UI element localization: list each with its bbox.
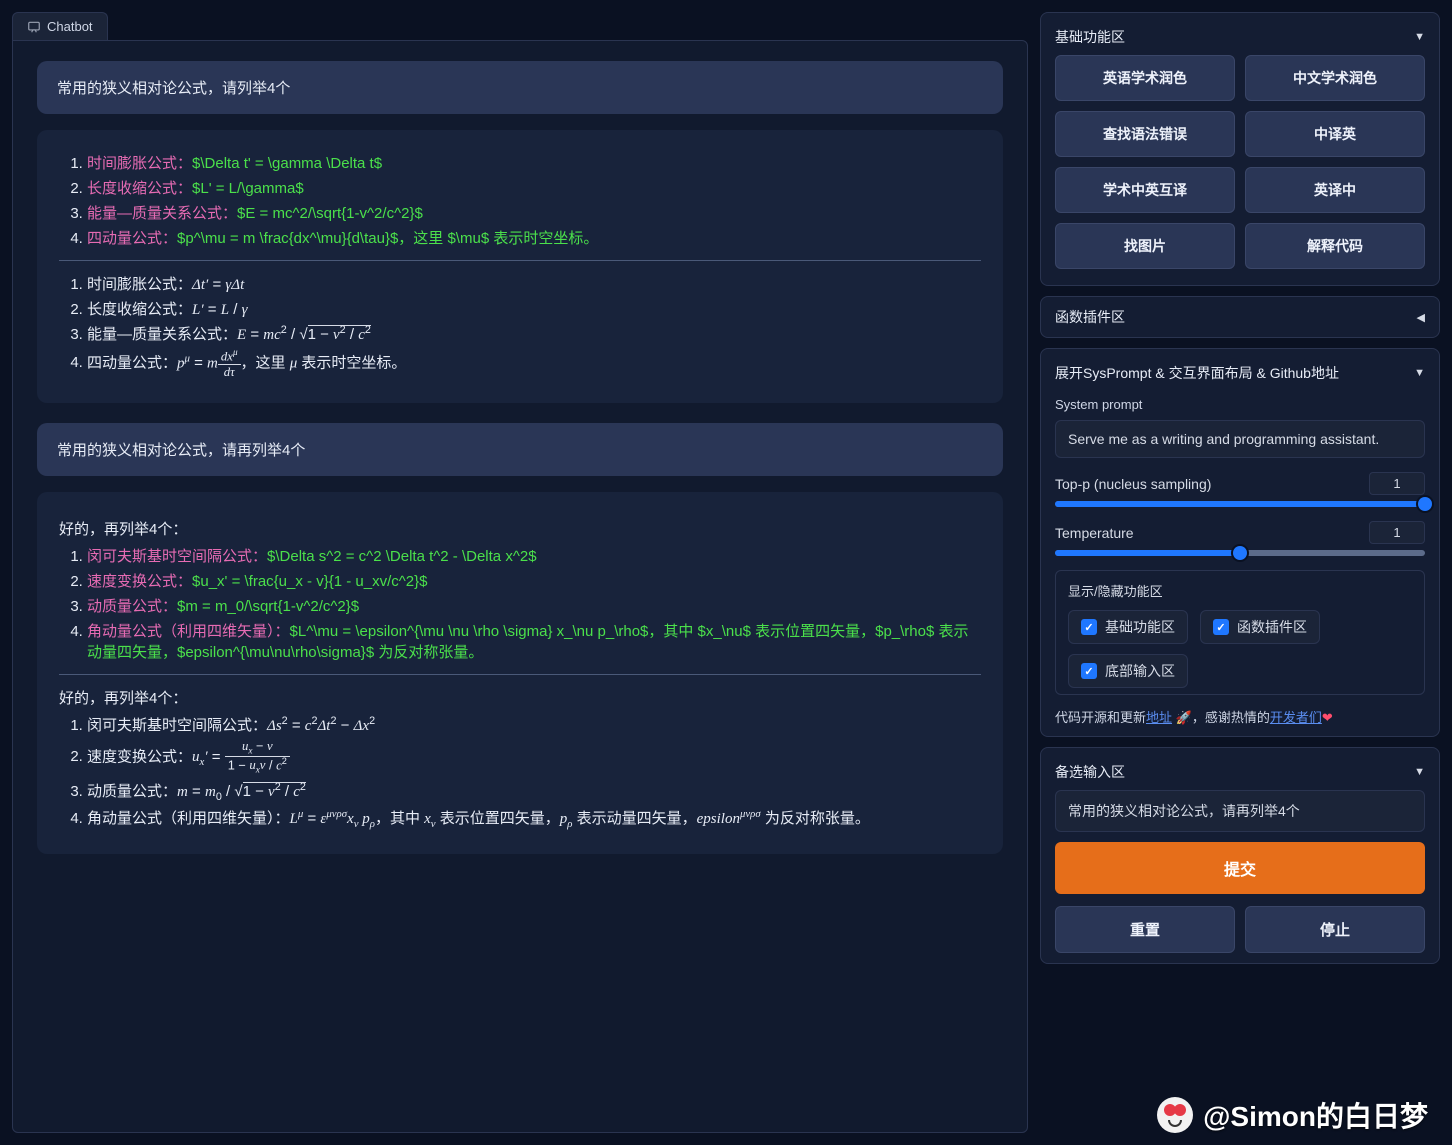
list-item: 角动量公式（利用四维矢量）：Lμ = εμνρσxν pρ，其中 xν 表示位置… — [87, 807, 981, 830]
bot-message: 时间膨胀公式：$\Delta t' = \gamma \Delta t$ 长度收… — [37, 130, 1003, 403]
list-item: 长度收缩公式：L′ = L / γ — [87, 298, 981, 319]
tab-chatbot[interactable]: Chatbot — [12, 12, 108, 40]
system-prompt-label: System prompt — [1055, 397, 1425, 412]
temperature-slider[interactable] — [1055, 550, 1425, 556]
bot-intro: 好的，再列举4个： — [59, 687, 981, 708]
fn-btn-en-to-zh[interactable]: 英译中 — [1245, 167, 1425, 213]
chat-icon — [27, 20, 41, 34]
visibility-label: 显示/隐藏功能区 — [1068, 581, 1412, 600]
list-item: 能量—质量关系公式：E = mc2 / √1 − v2 / c2 — [87, 323, 981, 344]
visibility-group: 显示/隐藏功能区 ✓基础功能区 ✓函数插件区 ✓底部输入区 — [1055, 570, 1425, 695]
check-icon: ✓ — [1081, 663, 1097, 679]
repo-link[interactable]: 地址 — [1146, 710, 1172, 725]
list-item: 时间膨胀公式：Δt′ = γΔt — [87, 273, 981, 294]
bot-intro: 好的，再列举4个： — [59, 518, 981, 539]
check-plugins[interactable]: ✓函数插件区 — [1200, 610, 1320, 644]
fn-btn-zh-to-en[interactable]: 中译英 — [1245, 111, 1425, 157]
user-message: 常用的狭义相对论公式，请列举4个 — [37, 61, 1003, 114]
fn-btn-academic-translate[interactable]: 学术中英互译 — [1055, 167, 1235, 213]
panel-toggle-alt-input[interactable]: 备选输入区 ▼ — [1055, 758, 1425, 790]
list-item: 能量—质量关系公式：$E = mc^2/\sqrt{1-v^2/c^2}$ — [87, 202, 981, 223]
topp-slider[interactable] — [1055, 501, 1425, 507]
panel-toggle-basic[interactable]: 基础功能区 ▼ — [1055, 23, 1425, 55]
reset-button[interactable]: 重置 — [1055, 906, 1235, 953]
submit-button[interactable]: 提交 — [1055, 842, 1425, 894]
list-item: 四动量公式：$p^\mu = m \frac{dx^\mu}{d\tau}$，这… — [87, 227, 981, 248]
topp-label: Top-p (nucleus sampling) — [1055, 476, 1211, 492]
fn-btn-find-image[interactable]: 找图片 — [1055, 223, 1235, 269]
temperature-label: Temperature — [1055, 525, 1134, 541]
check-icon: ✓ — [1081, 619, 1097, 635]
topp-value[interactable]: 1 — [1369, 472, 1425, 495]
tab-label: Chatbot — [47, 19, 93, 34]
stop-button[interactable]: 停止 — [1245, 906, 1425, 953]
panel-toggle-expand[interactable]: 展开SysPrompt & 交互界面布局 & Github地址 ▼ — [1055, 359, 1425, 391]
list-item: 闵可夫斯基时空间隔公式：Δs2 = c2Δt2 − Δx2 — [87, 714, 981, 735]
temperature-value[interactable]: 1 — [1369, 521, 1425, 544]
list-item: 动质量公式：$m = m_0/\sqrt{1-v^2/c^2}$ — [87, 595, 981, 616]
chat-panel: 常用的狭义相对论公式，请列举4个 时间膨胀公式：$\Delta t' = \ga… — [12, 40, 1028, 1133]
panel-title: 函数插件区 — [1055, 307, 1125, 327]
fn-btn-explain-code[interactable]: 解释代码 — [1245, 223, 1425, 269]
panel-title: 基础功能区 — [1055, 27, 1125, 47]
fn-btn-grammar[interactable]: 查找语法错误 — [1055, 111, 1235, 157]
check-bottom-input[interactable]: ✓底部输入区 — [1068, 654, 1188, 688]
user-message: 常用的狭义相对论公式，请再列举4个 — [37, 423, 1003, 476]
list-item: 长度收缩公式：$L' = L/\gamma$ — [87, 177, 981, 198]
chevron-down-icon: ▼ — [1414, 766, 1425, 778]
divider — [59, 674, 981, 675]
system-prompt-input[interactable]: Serve me as a writing and programming as… — [1055, 420, 1425, 458]
list-item: 四动量公式：pμ = mdxμdτ，这里 μ 表示时空坐标。 — [87, 348, 981, 379]
heart-icon: ❤ — [1322, 710, 1333, 725]
fn-btn-english-polish[interactable]: 英语学术润色 — [1055, 55, 1235, 101]
check-icon: ✓ — [1213, 619, 1229, 635]
fn-btn-chinese-polish[interactable]: 中文学术润色 — [1245, 55, 1425, 101]
panel-title: 展开SysPrompt & 交互界面布局 & Github地址 — [1055, 363, 1339, 383]
developers-link[interactable]: 开发者们 — [1270, 710, 1322, 725]
list-item: 速度变换公式：ux′ = ux − v1 − uxv / c2 — [87, 739, 981, 776]
list-item: 速度变换公式：$u_x' = \frac{u_x - v}{1 - u_xv/c… — [87, 570, 981, 591]
list-item: 时间膨胀公式：$\Delta t' = \gamma \Delta t$ — [87, 152, 981, 173]
chevron-left-icon: ◀ — [1417, 311, 1425, 324]
list-item: 角动量公式（利用四维矢量）：$L^\mu = \epsilon^{\mu \nu… — [87, 620, 981, 662]
check-basic[interactable]: ✓基础功能区 — [1068, 610, 1188, 644]
plugins-panel: 函数插件区 ◀ — [1040, 296, 1440, 338]
basic-functions-panel: 基础功能区 ▼ 英语学术润色 中文学术润色 查找语法错误 中译英 学术中英互译 … — [1040, 12, 1440, 286]
divider — [59, 260, 981, 261]
panel-title: 备选输入区 — [1055, 762, 1125, 782]
bot-message: 好的，再列举4个： 闵可夫斯基时空间隔公式：$\Delta s^2 = c^2 … — [37, 492, 1003, 854]
chevron-down-icon: ▼ — [1414, 31, 1425, 43]
panel-toggle-plugins[interactable]: 函数插件区 ◀ — [1055, 307, 1425, 327]
credits-line: 代码开源和更新地址 🚀，感谢热情的开发者们❤ — [1055, 707, 1425, 726]
chevron-down-icon: ▼ — [1414, 367, 1425, 379]
rocket-icon: 🚀 — [1176, 710, 1192, 725]
list-item: 闵可夫斯基时空间隔公式：$\Delta s^2 = c^2 \Delta t^2… — [87, 545, 981, 566]
list-item: 动质量公式：m = m0 / √1 − v2 / c2 — [87, 780, 981, 803]
alt-input[interactable]: 常用的狭义相对论公式，请再列举4个 — [1055, 790, 1425, 832]
alt-input-panel: 备选输入区 ▼ 常用的狭义相对论公式，请再列举4个 提交 重置 停止 — [1040, 747, 1440, 964]
expand-panel: 展开SysPrompt & 交互界面布局 & Github地址 ▼ System… — [1040, 348, 1440, 737]
